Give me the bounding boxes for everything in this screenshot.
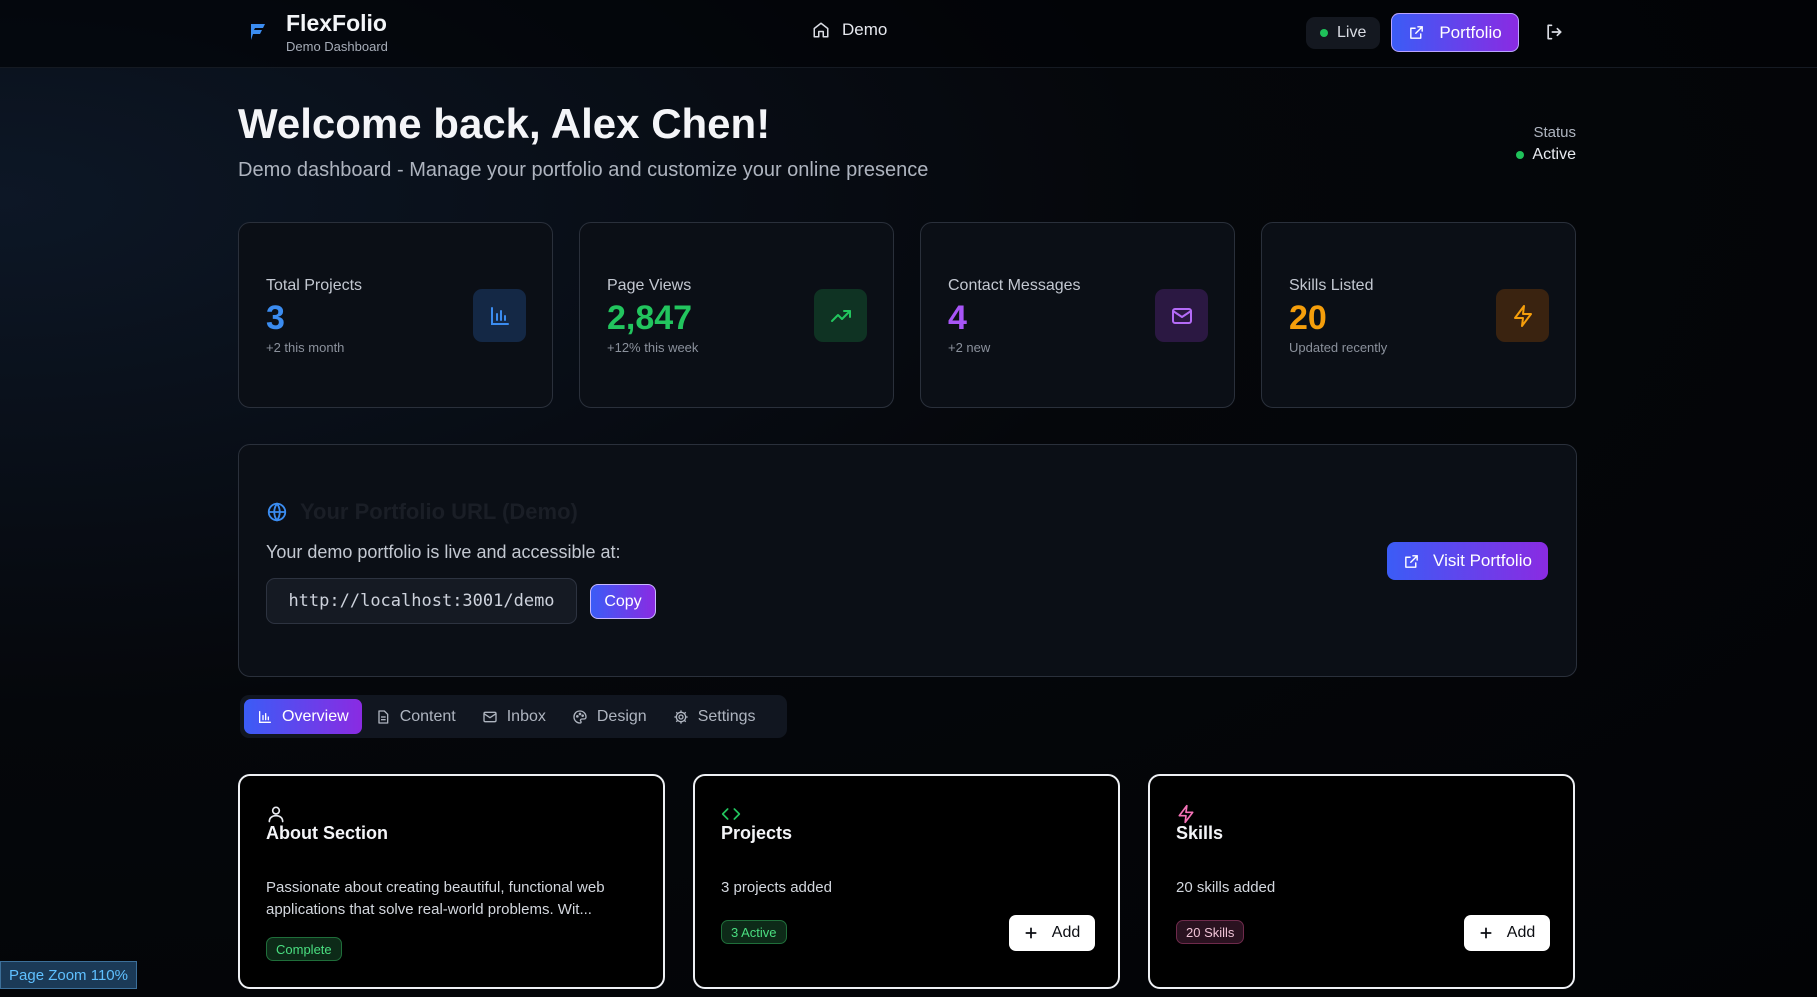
add-skill-button[interactable]: Add (1464, 915, 1550, 951)
projects-card[interactable]: Projects 3 projects added 3 Active Add (693, 774, 1120, 989)
add-project-button[interactable]: Add (1009, 915, 1095, 951)
plus-icon (1480, 927, 1492, 939)
tab-label: Overview (282, 707, 349, 725)
stat-value: 3 (266, 299, 285, 337)
portfolio-url-field[interactable]: http://localhost:3001/demo (266, 578, 577, 624)
add-label: Add (1051, 924, 1081, 941)
card-title: Skills (1176, 823, 1224, 843)
count-badge: 3 Active (721, 920, 787, 944)
stat-note: +12% this week (607, 340, 699, 355)
tab-label: Settings (697, 707, 756, 725)
stat-label: Page Views (607, 277, 692, 294)
nav-demo-label: Demo (842, 20, 888, 39)
stat-card-skills-listed: Skills Listed 20 Updated recently (1261, 222, 1576, 408)
visit-portfolio-label: Visit Portfolio (1433, 551, 1532, 570)
welcome-subtitle: Demo dashboard - Manage your portfolio a… (238, 159, 929, 181)
user-icon (268, 806, 284, 823)
tab-label: Inbox (506, 707, 546, 725)
count-badge: 20 Skills (1176, 920, 1245, 944)
brand-name: FlexFolio (286, 10, 387, 36)
stat-icon-box (1496, 289, 1549, 342)
tab-label: Design (596, 707, 647, 725)
stat-note: Updated recently (1289, 340, 1388, 355)
logout-icon[interactable] (1544, 22, 1564, 42)
mail-icon (483, 711, 497, 722)
welcome-title: Welcome back, Alex Chen! (238, 100, 771, 147)
stat-icon-box (473, 289, 526, 342)
portfolio-url-panel: Your Portfolio URL (Demo) Your demo port… (238, 444, 1577, 677)
tab-overview[interactable]: Overview (244, 699, 362, 734)
plus-icon (1025, 927, 1037, 939)
external-link-icon (1410, 26, 1424, 39)
skills-card[interactable]: Skills 20 skills added 20 Skills Add (1148, 774, 1575, 989)
stat-icon-box (1155, 289, 1208, 342)
portfolio-url-heading-text: Your Portfolio URL (Demo) (300, 499, 578, 524)
status-value: Active (1516, 146, 1576, 164)
zap-icon (1513, 304, 1532, 327)
brand[interactable]: FlexFolio Demo Dashboard (246, 10, 388, 54)
trending-up-icon (830, 309, 851, 322)
mail-icon (1171, 307, 1192, 324)
status-value-text: Active (1532, 146, 1576, 163)
stat-value: 4 (948, 299, 967, 337)
stat-label: Contact Messages (948, 277, 1081, 294)
palette-icon (573, 709, 587, 724)
stat-icon-box (814, 289, 867, 342)
brand-subtitle: Demo Dashboard (286, 39, 388, 54)
page-zoom-indicator: Page Zoom 110% (0, 961, 137, 989)
flexfolio-logo-icon (251, 24, 265, 40)
stat-value: 20 (1289, 299, 1327, 337)
zap-icon (1178, 804, 1194, 824)
about-section-card[interactable]: About Section Passionate about creating … (238, 774, 665, 989)
copy-url-button[interactable]: Copy (590, 584, 656, 619)
code-icon (721, 808, 741, 820)
stat-label: Total Projects (266, 277, 363, 294)
nav-demo-link[interactable]: Demo (812, 20, 887, 40)
card-text: 20 skills added (1176, 879, 1276, 896)
status-label: Status (1533, 124, 1576, 141)
tab-design[interactable]: Design (559, 699, 660, 734)
gear-icon (674, 709, 688, 724)
card-title: Projects (721, 823, 793, 843)
stat-note: +2 new (948, 340, 991, 355)
portfolio-button-label: Portfolio (1439, 22, 1502, 42)
bar-chart-icon (490, 306, 509, 325)
portfolio-url-description: Your demo portfolio is live and accessib… (266, 542, 621, 562)
stat-label: Skills Listed (1289, 277, 1374, 294)
stat-card-total-projects: Total Projects 3 +2 this month (238, 222, 553, 408)
bar-chart-icon (259, 710, 271, 723)
stat-card-contact-messages: Contact Messages 4 +2 new (920, 222, 1235, 408)
card-text: Passionate about creating beautiful, fun… (266, 879, 605, 918)
top-navbar: FlexFolio Demo Dashboard Demo Live Portf… (0, 0, 1817, 68)
tab-settings[interactable]: Settings (660, 699, 769, 734)
stat-note: +2 this month (266, 340, 345, 355)
stat-value: 2,847 (607, 299, 693, 337)
card-text: 3 projects added (721, 879, 832, 896)
external-link-icon (1405, 554, 1418, 568)
dashboard-tabs: Overview Content Inbox Design Settings (240, 695, 787, 738)
visit-portfolio-button[interactable]: Visit Portfolio (1387, 542, 1548, 580)
globe-icon (267, 502, 287, 522)
card-title: About Section (266, 823, 388, 843)
tab-content[interactable]: Content (362, 699, 469, 734)
portfolio-url-heading: Your Portfolio URL (Demo) (266, 499, 578, 525)
tab-inbox[interactable]: Inbox (469, 699, 559, 734)
live-dot-icon (1320, 29, 1328, 37)
live-label: Live (1337, 24, 1367, 41)
live-status-pill: Live (1306, 17, 1381, 49)
home-icon (813, 22, 829, 38)
status-dot-icon (1516, 151, 1525, 159)
file-icon (378, 709, 389, 724)
tab-label: Content (399, 707, 456, 725)
portfolio-button[interactable]: Portfolio (1391, 13, 1519, 52)
add-label: Add (1506, 924, 1536, 941)
stat-card-page-views: Page Views 2,847 +12% this week (579, 222, 894, 408)
status-badge: Complete (266, 937, 342, 961)
